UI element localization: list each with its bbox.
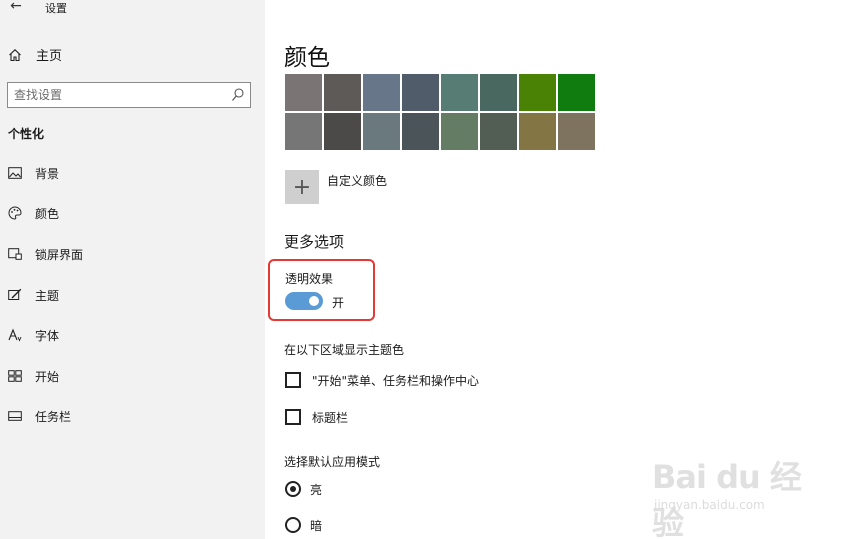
section-title-personalization: 个性化 [8, 127, 45, 141]
sidebar-item-home[interactable]: 主页 [8, 44, 62, 64]
sidebar-item-label: 任务栏 [35, 409, 72, 424]
sidebar-item-fonts[interactable]: 字体 [8, 325, 248, 345]
transparency-state: 开 [332, 296, 345, 310]
color-swatch[interactable] [480, 74, 517, 111]
color-swatch[interactable] [363, 74, 400, 111]
color-swatch[interactable] [324, 113, 361, 150]
color-swatch[interactable] [441, 113, 478, 150]
sidebar-item-background[interactable]: 背景 [8, 163, 248, 183]
checkbox-label: "开始"菜单、任务栏和操作中心 [312, 373, 480, 388]
sidebar-item-label: 颜色 [35, 206, 60, 221]
color-swatch[interactable] [285, 113, 322, 150]
accent-surfaces-heading: 在以下区域显示主题色 [284, 343, 405, 357]
home-icon [8, 47, 22, 62]
color-swatch[interactable] [285, 74, 322, 111]
color-swatch[interactable] [558, 74, 595, 111]
plus-icon: + [292, 174, 312, 200]
baidu-watermark: Bai du 经验 jingyan.baidu.com [652, 444, 822, 539]
picture-icon [8, 166, 22, 180]
search-box[interactable] [7, 82, 251, 108]
sidebar-item-label: 锁屏界面 [35, 247, 84, 262]
toggle-knob [309, 296, 319, 306]
checkbox-title-bars[interactable]: 标题栏 [285, 408, 348, 426]
sidebar-item-start[interactable]: 开始 [8, 366, 248, 386]
custom-color-button[interactable]: + [285, 170, 319, 204]
sidebar-item-label: 字体 [35, 328, 60, 343]
home-label: 主页 [36, 48, 63, 64]
sidebar-item-colors[interactable]: 颜色 [8, 203, 248, 223]
lock-screen-icon [8, 247, 22, 261]
transparency-label: 透明效果 [285, 272, 334, 286]
app-title: 设置 [45, 2, 67, 15]
color-swatch[interactable] [363, 113, 400, 150]
custom-color-label[interactable]: 自定义颜色 [327, 172, 387, 189]
highlight-annotation [268, 259, 375, 321]
sidebar-item-taskbar[interactable]: 任务栏 [8, 406, 248, 426]
more-options-heading: 更多选项 [284, 233, 345, 251]
sidebar-item-lock-screen[interactable]: 锁屏界面 [8, 244, 248, 264]
checkbox-start-taskbar[interactable]: "开始"菜单、任务栏和操作中心 [285, 371, 479, 389]
radio-dark[interactable]: 暗 [285, 516, 322, 534]
search-icon[interactable] [231, 87, 245, 103]
sidebar-item-label: 背景 [35, 166, 60, 181]
radio-button[interactable] [285, 517, 301, 533]
font-icon [8, 328, 22, 342]
color-swatch[interactable] [519, 113, 556, 150]
sidebar: ← 设置 主页 个性化 背景 颜色 锁屏界面 主题 [0, 0, 265, 539]
watermark-url: jingyan.baidu.com [654, 498, 765, 512]
sidebar-item-label: 开始 [35, 369, 60, 384]
color-swatch[interactable] [519, 74, 556, 111]
page-title: 颜色 [284, 45, 330, 71]
sidebar-item-themes[interactable]: 主题 [8, 285, 248, 305]
radio-button[interactable] [285, 481, 301, 497]
search-input[interactable] [8, 83, 218, 107]
color-swatch[interactable] [441, 74, 478, 111]
back-arrow-icon[interactable]: ← [8, 0, 24, 15]
theme-brush-icon [8, 288, 22, 302]
checkbox[interactable] [285, 409, 301, 425]
color-swatch[interactable] [558, 113, 595, 150]
checkbox-label: 标题栏 [312, 410, 349, 425]
taskbar-icon [8, 409, 22, 423]
transparency-toggle[interactable] [285, 292, 323, 310]
radio-label: 亮 [310, 482, 323, 497]
palette-icon [8, 206, 22, 220]
color-swatch[interactable] [402, 74, 439, 111]
radio-light[interactable]: 亮 [285, 480, 322, 498]
start-grid-icon [8, 369, 22, 383]
color-swatch[interactable] [324, 74, 361, 111]
watermark-logo: Bai du 经验 [652, 458, 802, 539]
radio-label: 暗 [310, 518, 323, 533]
sidebar-item-label: 主题 [35, 288, 60, 303]
app-mode-heading: 选择默认应用模式 [284, 455, 381, 469]
color-swatch[interactable] [480, 113, 517, 150]
checkbox[interactable] [285, 372, 301, 388]
color-swatch[interactable] [402, 113, 439, 150]
